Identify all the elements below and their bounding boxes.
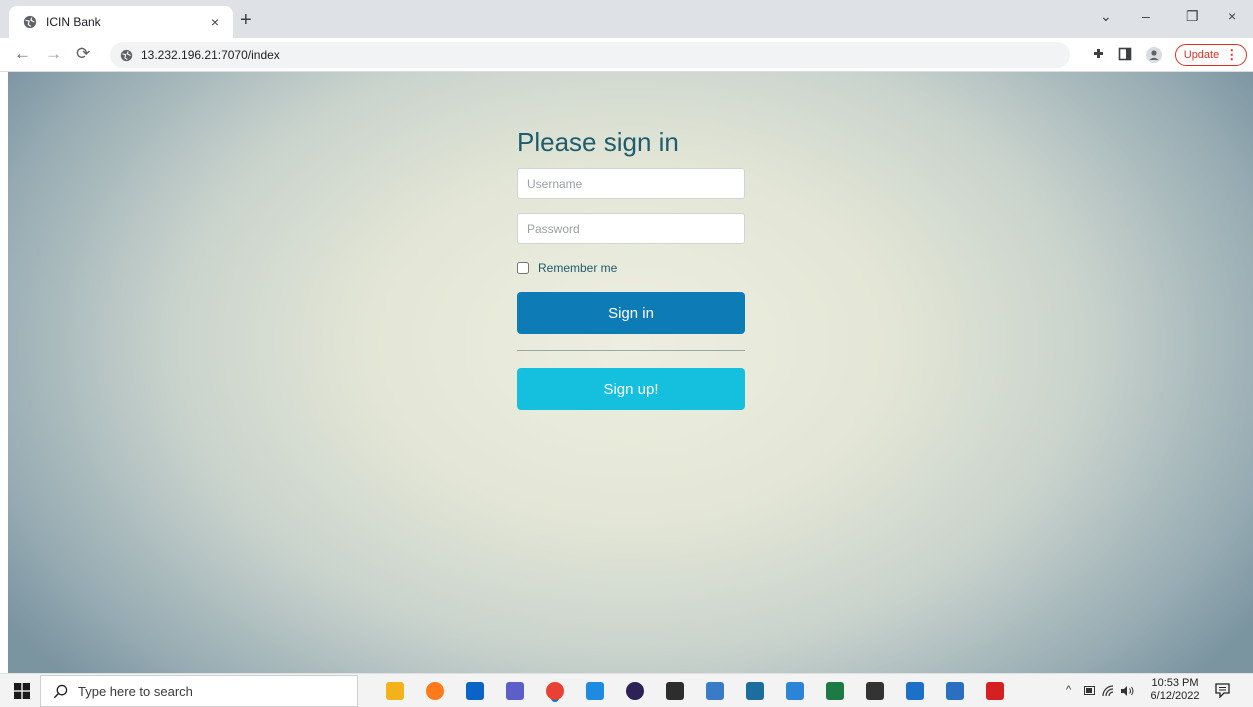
outlook-icon[interactable]	[466, 682, 484, 700]
username-input[interactable]	[517, 168, 745, 199]
clock-time: 10:53 PM	[1151, 677, 1199, 689]
sticky-app-icon[interactable]	[986, 682, 1004, 700]
taskbar-search-box[interactable]: Type here to search	[40, 675, 358, 707]
volume-icon[interactable]	[1120, 685, 1136, 697]
chrome-icon[interactable]	[546, 682, 564, 700]
paint-icon[interactable]	[786, 682, 804, 700]
page-title: Please sign in	[517, 127, 679, 157]
terminal-icon[interactable]	[666, 682, 684, 700]
show-hidden-icons-icon[interactable]: ^	[1066, 684, 1071, 696]
vscode-icon[interactable]	[586, 682, 604, 700]
tab-title: ICIN Bank	[46, 15, 101, 29]
browser-toolbar: ← → ⟳ 13.232.196.21:7070/index Update ⋮	[0, 38, 1253, 72]
mysql-workbench-icon[interactable]	[746, 682, 764, 700]
signin-form: Please sign in Remember me Sign in Sign …	[517, 124, 745, 410]
tab-close-icon[interactable]: ×	[211, 14, 219, 30]
notifications-icon[interactable]	[1215, 683, 1230, 698]
teams-icon[interactable]	[506, 682, 524, 700]
taskbar-clock[interactable]: 10:53 PM 6/12/2022	[1150, 677, 1200, 703]
site-globe-icon	[23, 15, 37, 29]
address-bar[interactable]: 13.232.196.21:7070/index	[110, 42, 1070, 68]
page-left-edge	[0, 72, 8, 673]
back-icon[interactable]: ←	[14, 45, 31, 63]
excel-icon[interactable]	[826, 682, 844, 700]
file-explorer-icon[interactable]	[386, 682, 404, 700]
side-panel-icon[interactable]	[1118, 47, 1132, 61]
new-tab-icon[interactable]: +	[240, 10, 252, 30]
password-input[interactable]	[517, 213, 745, 244]
search-icon	[53, 684, 68, 698]
profile-avatar-icon[interactable]	[1146, 47, 1162, 63]
update-button[interactable]: Update ⋮	[1175, 44, 1247, 66]
update-label: Update	[1183, 49, 1220, 61]
notepad-icon[interactable]	[706, 682, 724, 700]
browser-tab-active[interactable]: ICIN Bank ×	[9, 6, 233, 38]
wifi-icon[interactable]	[1102, 685, 1115, 697]
remember-me-checkbox[interactable]	[517, 262, 529, 274]
tab-strip: ICIN Bank × + ⌄ – ❐ ×	[0, 0, 1253, 38]
windows-start-icon[interactable]	[14, 683, 30, 699]
taskbar-search-placeholder: Type here to search	[78, 683, 193, 699]
settings-icon[interactable]	[866, 682, 884, 700]
form-divider	[517, 350, 745, 351]
url-text: 13.232.196.21:7070/index	[141, 48, 280, 62]
extensions-icon[interactable]	[1092, 47, 1106, 61]
sign-in-button[interactable]: Sign in	[517, 292, 745, 334]
battery-icon[interactable]	[1084, 686, 1096, 695]
site-info-icon[interactable]	[120, 49, 133, 62]
remember-me-label: Remember me	[538, 261, 618, 275]
window-close-icon[interactable]: ×	[1228, 8, 1236, 24]
tab-search-icon[interactable]: ⌄	[1100, 8, 1112, 25]
more-menu-icon: ⋮	[1225, 47, 1239, 62]
eclipse-icon[interactable]	[626, 682, 644, 700]
clock-date: 6/12/2022	[1150, 690, 1200, 702]
firefox-icon[interactable]	[426, 682, 444, 700]
windows-taskbar: Type here to search ^ 10:53 PM 6/12/2022	[0, 673, 1253, 707]
sign-up-button[interactable]: Sign up!	[517, 368, 745, 410]
photos-icon[interactable]	[906, 682, 924, 700]
remember-me-row[interactable]: Remember me	[517, 260, 745, 276]
minimize-icon[interactable]: –	[1142, 8, 1150, 24]
page-viewport: Please sign in Remember me Sign in Sign …	[8, 72, 1253, 673]
forward-icon[interactable]: →	[45, 45, 62, 63]
network-icon[interactable]	[946, 682, 964, 700]
restore-icon[interactable]: ❐	[1186, 8, 1199, 25]
reload-icon[interactable]: ⟳	[76, 45, 90, 63]
